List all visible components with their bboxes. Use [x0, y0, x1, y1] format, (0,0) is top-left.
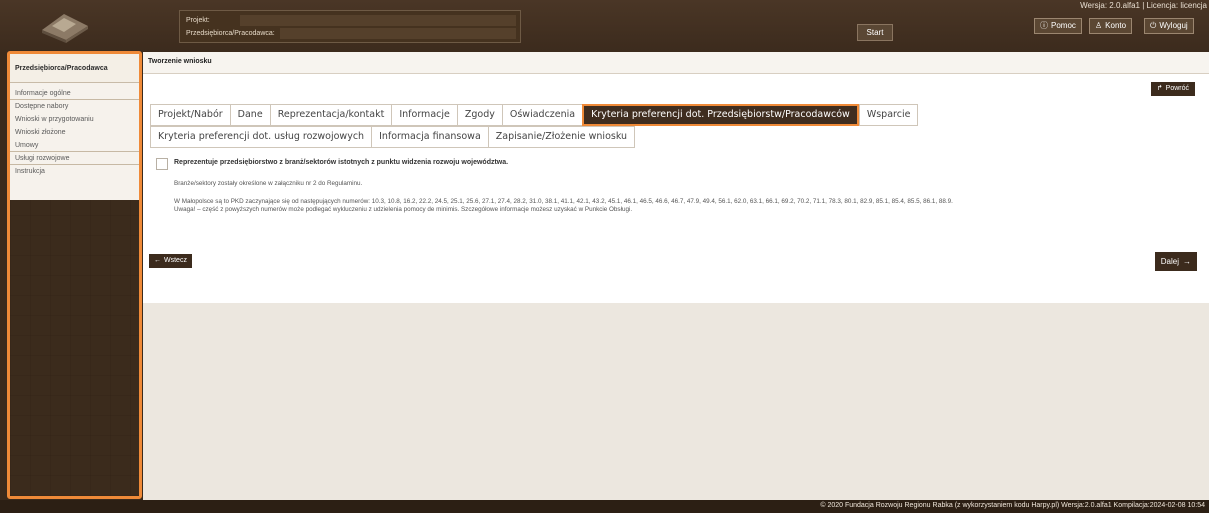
power-icon: ⏻ — [1150, 21, 1157, 30]
note-attachment: Branże/sektory zostały określone w załąc… — [174, 180, 363, 187]
project-value — [240, 15, 516, 26]
next-button[interactable]: Dalej → — [1154, 252, 1197, 271]
next-label: Dalej — [1160, 257, 1179, 266]
project-info-box: Projekt: Przedsiębiorca/Pracodawca: — [179, 10, 521, 43]
tab-save-submit[interactable]: Zapisanie/Złożenie wniosku — [487, 126, 636, 148]
sector-checkbox[interactable] — [156, 158, 168, 170]
logout-label: Wyloguj — [1159, 21, 1188, 30]
account-label: Konto — [1105, 21, 1127, 30]
sidebar-item-submitted[interactable]: Wnioski złożone — [10, 126, 139, 139]
tab-consents[interactable]: Zgody — [456, 104, 502, 126]
breadcrumb: Tworzenie wniosku — [143, 52, 1209, 74]
tab-financial-info[interactable]: Informacja finansowa — [371, 126, 488, 148]
return-button[interactable]: ↱ Powróć — [1150, 82, 1195, 96]
tab-service-criteria[interactable]: Kryteria preferencji dot. usług rozwojow… — [150, 126, 372, 148]
sidebar-item-available-calls[interactable]: Dostępne nabory — [10, 100, 139, 113]
tabs-row-1: Projekt/Nabór Dane Reprezentacja/kontakt… — [150, 104, 919, 126]
arrow-right-icon: → — [1183, 257, 1191, 266]
tab-data[interactable]: Dane — [229, 104, 270, 126]
back-label: Wstecz — [164, 257, 187, 264]
employer-value — [280, 28, 516, 39]
sector-checkbox-label: Reprezentuje przedsiębiorstwo z branż/se… — [174, 159, 509, 166]
tab-employer-criteria[interactable]: Kryteria preferencji dot. Przedsiębiorst… — [582, 104, 859, 126]
main-content: Tworzenie wniosku ↱ Powróć Projekt/Nabór… — [143, 52, 1209, 500]
version-info: Wersja: 2.0.alfa1 | Licencja: licencja — [1080, 1, 1207, 10]
sidebar-item-manual[interactable]: Instrukcja — [10, 165, 139, 178]
return-label: Powróć — [1165, 85, 1189, 92]
arrow-left-icon: ← — [154, 257, 161, 264]
note-pkd-codes: W Małopolsce są to PKD zaczynające się o… — [174, 198, 953, 205]
top-bar: Projekt: Przedsiębiorca/Pracodawca: Star… — [0, 0, 1209, 52]
info-icon: ⓘ — [1040, 21, 1048, 30]
tab-representation[interactable]: Reprezentacja/kontakt — [269, 104, 392, 126]
sidebar-heading: Przedsiębiorca/Pracodawca — [10, 54, 139, 83]
sidebar-item-drafts[interactable]: Wnioski w przygotowaniu — [10, 113, 139, 126]
footer: © 2020 Fundacja Rozwoju Regionu Rabka (z… — [0, 500, 1209, 513]
tabs-row-2: Kryteria preferencji dot. usług rozwojow… — [150, 126, 636, 148]
sidebar-menu: Informacje ogólne Dostępne nabory Wniosk… — [10, 83, 139, 200]
sidebar-item-general-info[interactable]: Informacje ogólne — [10, 87, 139, 100]
tab-support[interactable]: Wsparcie — [858, 104, 919, 126]
sidebar-background: Przedsiębiorca/Pracodawca Informacje ogó… — [10, 54, 139, 496]
account-button[interactable]: ♙ Konto — [1089, 18, 1133, 34]
back-button[interactable]: ← Wstecz — [149, 254, 192, 268]
user-icon: ♙ — [1095, 21, 1103, 30]
sidebar: Przedsiębiorca/Pracodawca Informacje ogó… — [7, 51, 142, 499]
return-arrow-icon: ↱ — [1156, 85, 1163, 92]
note-warning: Uwaga! – część z powyższych numerów może… — [174, 206, 633, 213]
sidebar-item-contracts[interactable]: Umowy — [10, 139, 139, 152]
form-panel: ↱ Powróć Projekt/Nabór Dane Reprezentacj… — [143, 74, 1209, 303]
sidebar-item-services[interactable]: Usługi rozwojowe — [10, 152, 139, 165]
start-button[interactable]: Start — [857, 24, 893, 41]
logo[interactable] — [36, 8, 94, 44]
tab-project[interactable]: Projekt/Nabór — [150, 104, 230, 126]
help-button[interactable]: ⓘ Pomoc — [1034, 18, 1082, 34]
tab-information[interactable]: Informacje — [391, 104, 457, 126]
help-label: Pomoc — [1051, 21, 1076, 30]
logout-button[interactable]: ⏻ Wyloguj — [1144, 18, 1194, 34]
tab-declarations[interactable]: Oświadczenia — [501, 104, 583, 126]
